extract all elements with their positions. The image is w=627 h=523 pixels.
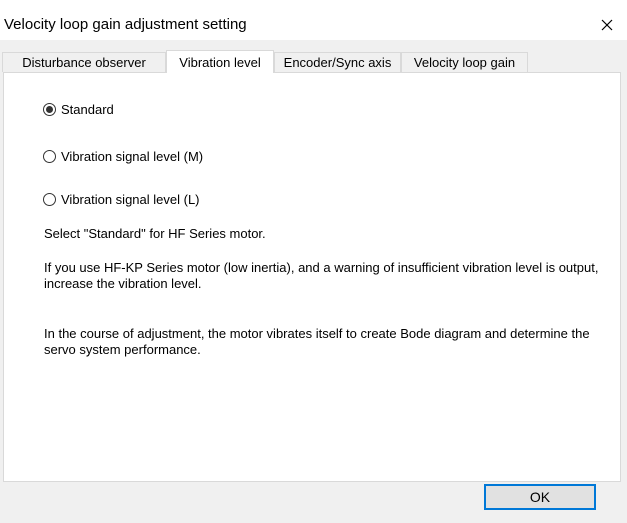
radio-label: Vibration signal level (M) — [61, 149, 204, 164]
tab-label: Disturbance observer — [22, 55, 146, 70]
tab-disturbance-observer[interactable]: Disturbance observer — [2, 52, 166, 72]
radio-standard[interactable]: Standard — [43, 102, 114, 117]
title-bar[interactable]: Velocity loop gain adjustment setting — [0, 10, 627, 40]
note-adjustment-bode: In the course of adjustment, the motor v… — [44, 326, 590, 357]
radio-label: Standard — [61, 102, 114, 117]
close-button[interactable] — [587, 10, 627, 40]
ok-button[interactable]: OK — [484, 484, 596, 510]
note-standard-hf: Select "Standard" for HF Series motor. — [44, 226, 266, 241]
radio-button-selected-icon[interactable] — [43, 103, 56, 116]
tab-velocity-loop-gain[interactable]: Velocity loop gain — [401, 52, 528, 72]
tab-label: Encoder/Sync axis — [283, 55, 392, 70]
close-icon — [601, 19, 613, 31]
dialog-client-area: Disturbance observer Vibration level Enc… — [0, 40, 627, 523]
window-title: Velocity loop gain adjustment setting — [4, 16, 247, 33]
radio-button-icon[interactable] — [43, 150, 56, 163]
dialog-window: Velocity loop gain adjustment setting Di… — [0, 0, 627, 523]
tab-encoder-sync-axis[interactable]: Encoder/Sync axis — [274, 52, 401, 72]
radio-button-icon[interactable] — [43, 193, 56, 206]
tab-label: Velocity loop gain — [413, 55, 516, 70]
tab-label: Vibration level — [179, 54, 261, 70]
radio-label: Vibration signal level (L) — [61, 192, 200, 207]
tab-vibration-level[interactable]: Vibration level — [166, 50, 274, 73]
note-hf-kp-warning: If you use HF-KP Series motor (low inert… — [44, 260, 599, 291]
radio-vibration-signal-level-l[interactable]: Vibration signal level (L) — [43, 192, 200, 207]
radio-vibration-signal-level-m[interactable]: Vibration signal level (M) — [43, 149, 203, 164]
